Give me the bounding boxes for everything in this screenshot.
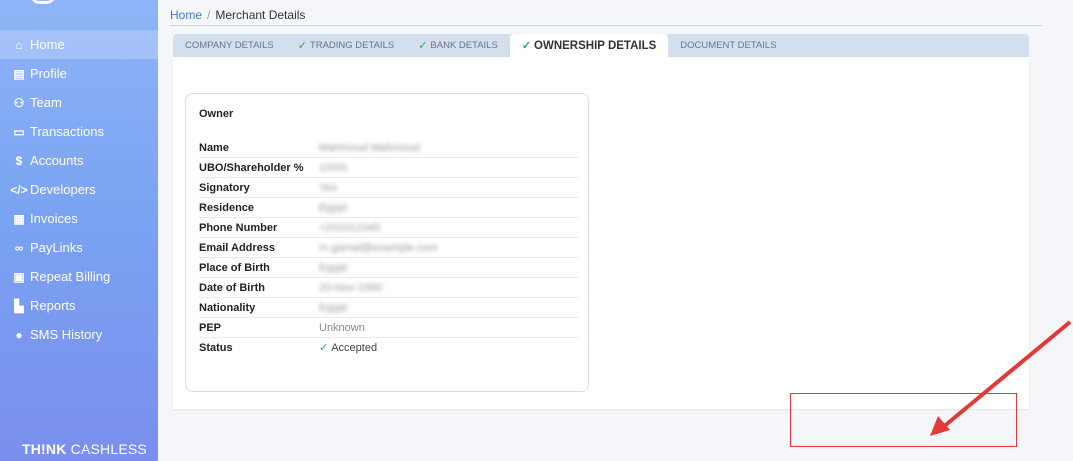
annotation-arrow-icon — [930, 320, 1072, 436]
